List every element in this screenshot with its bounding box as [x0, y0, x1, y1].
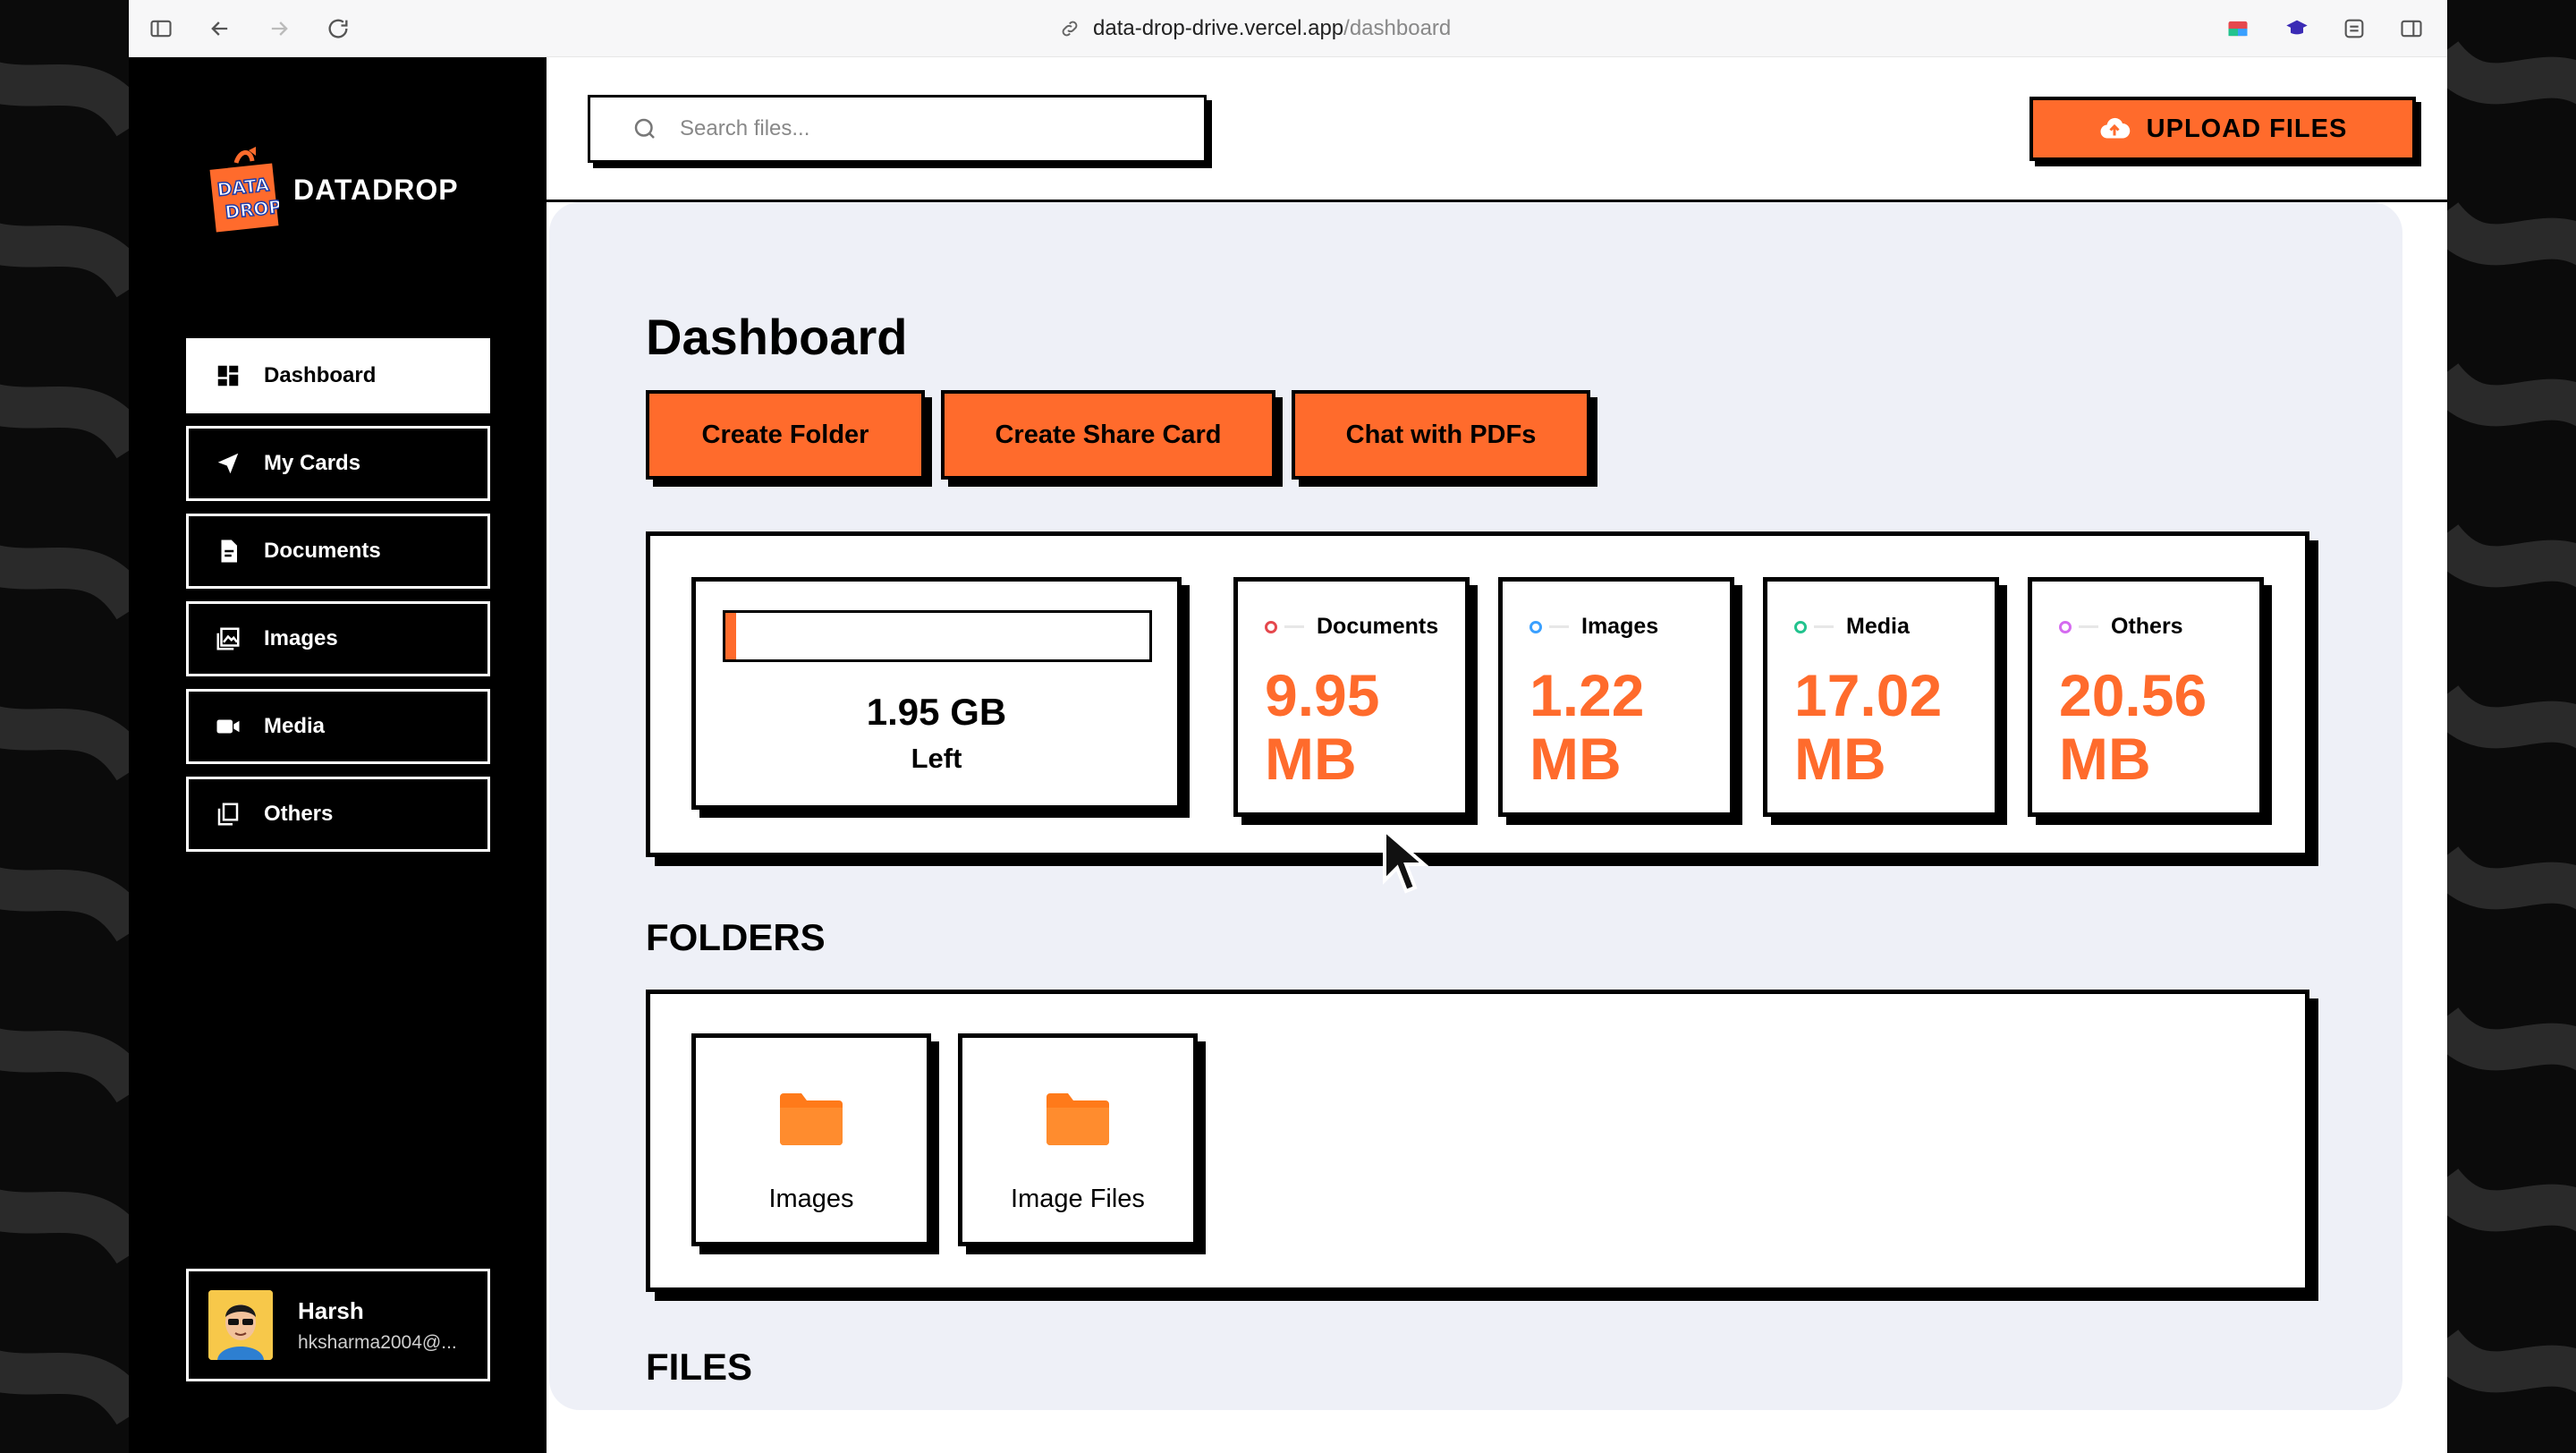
category-name: Media	[1846, 614, 1910, 639]
sidebar-item-label: Media	[264, 714, 326, 738]
profile-email: hksharma2004@...	[298, 1331, 457, 1353]
folder-name: Images	[768, 1185, 854, 1213]
sidebar-toggle-icon[interactable]	[145, 13, 177, 45]
main-content: Dashboard Create Folder Create Share Car…	[549, 202, 2402, 1410]
storage-progress-bar	[723, 610, 1152, 662]
profile-name: Harsh	[298, 1296, 364, 1324]
images-dot-icon	[1530, 620, 1542, 633]
url-host: data-drop-drive.vercel.app	[1093, 16, 1344, 40]
search-icon	[634, 118, 655, 139]
url-path: /dashboard	[1343, 16, 1452, 40]
category-card-images[interactable]: Images 1.22 MB	[1498, 577, 1734, 817]
avatar	[208, 1290, 273, 1360]
category-card-documents[interactable]: Documents 9.95 MB	[1233, 577, 1470, 817]
sidebar-nav: Dashboard My Cards Documents Images Medi…	[186, 338, 490, 864]
files-heading: FILES	[646, 1346, 753, 1388]
space-left-label: Left	[911, 743, 962, 774]
category-name: Documents	[1317, 614, 1439, 639]
storage-overview: 1.95 GB Left Documents 9.95 MB Images 1.2…	[646, 531, 2309, 857]
brand[interactable]: DATA DROP DATADROP	[209, 147, 459, 233]
media-dot-icon	[1794, 620, 1807, 633]
sidebar-item-label: Dashboard	[264, 363, 377, 387]
brand-name: DATADROP	[293, 173, 459, 206]
create-folder-button[interactable]: Create Folder	[646, 390, 925, 480]
upload-files-button[interactable]: UPLOAD FILES	[2029, 97, 2416, 161]
sidebar-item-my-cards[interactable]: My Cards	[186, 426, 490, 501]
category-card-others[interactable]: Others 20.56 MB	[2028, 577, 2264, 817]
search-box[interactable]	[588, 95, 1207, 163]
top-bar: UPLOAD FILES	[547, 57, 2447, 202]
sidebar-item-label: Documents	[264, 539, 381, 563]
sidebar-item-label: Images	[264, 626, 338, 650]
category-size: 17.02 MB	[1794, 662, 1943, 793]
extension-palette-icon[interactable]	[2222, 13, 2254, 45]
sidebar: DATA DROP DATADROP Dashboard My Cards Do…	[129, 57, 547, 1453]
sidebar-item-others[interactable]: Others	[186, 777, 490, 852]
folder-icon	[1046, 1093, 1109, 1145]
sidebar-item-label: My Cards	[264, 451, 361, 475]
folders-heading: FOLDERS	[646, 916, 826, 958]
category-name: Images	[1581, 614, 1659, 639]
dashboard-icon	[214, 361, 242, 390]
storage-progress-fill	[725, 613, 736, 659]
sidebar-item-images[interactable]: Images	[186, 601, 490, 676]
extension-graduation-icon[interactable]	[2281, 13, 2313, 45]
upload-files-label: UPLOAD FILES	[2146, 114, 2348, 143]
link-icon	[1062, 21, 1078, 37]
category-size: 1.22 MB	[1530, 662, 1645, 793]
category-size: 20.56 MB	[2059, 662, 2207, 793]
reload-icon[interactable]	[322, 13, 354, 45]
folder-card-image-files[interactable]: Image Files	[958, 1033, 1198, 1246]
sidebar-item-dashboard[interactable]: Dashboard	[186, 338, 490, 413]
browser-window: data-drop-drive.vercel.app/dashboard DAT…	[129, 0, 2447, 1453]
folder-card-images[interactable]: Images	[691, 1033, 931, 1246]
divider	[1549, 625, 1569, 628]
folder-icon	[780, 1093, 843, 1145]
folders-panel: Images Image Files	[646, 990, 2309, 1292]
address-bar[interactable]: data-drop-drive.vercel.app/dashboard	[1059, 13, 1451, 45]
extension-settings-icon[interactable]	[2338, 13, 2370, 45]
user-profile[interactable]: Harsh hksharma2004@...	[186, 1269, 490, 1381]
sidebar-item-label: Others	[264, 802, 334, 826]
mouse-cursor-icon	[1383, 827, 1429, 894]
category-card-media[interactable]: Media 17.02 MB	[1763, 577, 1999, 817]
split-view-icon[interactable]	[2395, 13, 2428, 45]
others-dot-icon	[2059, 620, 2072, 633]
sidebar-item-documents[interactable]: Documents	[186, 514, 490, 589]
category-size: 9.95 MB	[1265, 662, 1380, 793]
space-left-value: 1.95 GB	[866, 691, 1007, 733]
back-icon[interactable]	[204, 13, 236, 45]
documents-dot-icon	[1265, 620, 1277, 633]
document-icon	[214, 537, 242, 565]
browser-toolbar: data-drop-drive.vercel.app/dashboard	[129, 0, 2447, 57]
space-left-card: 1.95 GB Left	[691, 577, 1182, 810]
send-icon	[214, 449, 242, 478]
forward-icon[interactable]	[263, 13, 295, 45]
action-buttons: Create Folder Create Share Card Chat wit…	[646, 390, 1590, 480]
divider	[1814, 625, 1834, 628]
datadrop-logo-icon: DATA DROP	[209, 147, 284, 233]
sidebar-item-media[interactable]: Media	[186, 689, 490, 764]
chat-with-pdfs-button[interactable]: Chat with PDFs	[1292, 390, 1590, 480]
search-input[interactable]	[680, 116, 1181, 141]
create-share-card-button[interactable]: Create Share Card	[941, 390, 1275, 480]
video-icon	[214, 712, 242, 741]
page-title: Dashboard	[646, 309, 908, 365]
folder-name: Image Files	[1011, 1185, 1145, 1213]
cloud-upload-icon	[2100, 117, 2130, 139]
divider	[1284, 625, 1304, 628]
divider	[2079, 625, 2098, 628]
category-name: Others	[2111, 614, 2183, 639]
copy-icon	[214, 800, 242, 828]
image-icon	[214, 625, 242, 653]
